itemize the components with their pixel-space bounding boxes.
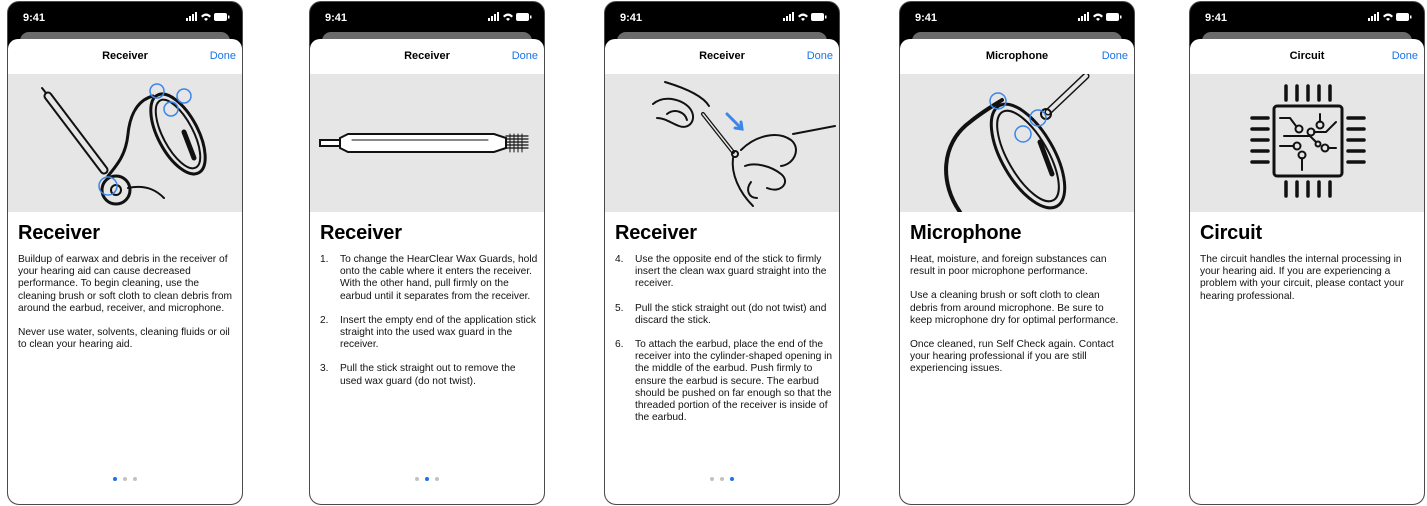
nav-bar: Microphone Done (900, 39, 1134, 74)
nav-title: Circuit (1289, 50, 1325, 62)
step-text: Pull the stick straight out (do not twis… (635, 302, 827, 326)
list-item: 6. To attach the earbud, place the end of… (615, 339, 833, 424)
page-heading: Receiver (615, 222, 697, 244)
page-dot[interactable] (710, 477, 714, 481)
page-heading: Receiver (320, 222, 402, 244)
status-icons (186, 12, 230, 21)
status-bar: 9:41 (900, 2, 1134, 32)
status-time: 9:41 (23, 12, 46, 24)
status-bar: 9:41 (605, 2, 839, 32)
nav-bar: Receiver Done (310, 39, 544, 74)
list-item: 3. Pull the stick straight out to remove … (320, 363, 538, 387)
screen-receiver-2: 9:41 Receiver Done Receiver 1. To change … (309, 1, 545, 505)
step-text: Insert the empty end of the application … (340, 314, 536, 351)
body-paragraph: Buildup of earwax and debris in the rece… (18, 254, 233, 314)
page-heading: Circuit (1200, 222, 1262, 244)
wax-guard-stick-icon (310, 74, 544, 212)
step-number: 1. (320, 254, 329, 265)
page-dot[interactable] (730, 477, 734, 481)
page-dot[interactable] (113, 477, 117, 481)
nav-title: Receiver (102, 50, 148, 62)
content: Receiver 4. Use the opposite end of the s… (615, 222, 833, 436)
step-text: Use the opposite end of the stick to fir… (635, 254, 827, 290)
content: Receiver 1. To change the HearClear Wax G… (320, 222, 538, 400)
screen-circuit: 9:41 Circuit Done Circuit The circuit ha… (1189, 1, 1425, 505)
hands-inserting-wax-guard-icon (605, 74, 839, 212)
nav-bar: Receiver Done (8, 39, 242, 74)
page-indicator[interactable] (310, 477, 544, 483)
hearing-aid-receiver-icon (8, 74, 242, 212)
status-time: 9:41 (620, 12, 643, 24)
body-paragraph: Use a cleaning brush or soft cloth to cl… (910, 290, 1119, 326)
body-paragraph: Once cleaned, run Self Check again. Cont… (910, 339, 1114, 375)
step-text: Pull the stick straight out to remove th… (340, 363, 516, 387)
modal-sheet: Receiver Done Receiver 1. To change the H… (310, 39, 544, 504)
page-dot[interactable] (435, 477, 439, 481)
screen-microphone: 9:41 Microphone Done Microphone Heat, mo… (899, 1, 1135, 505)
body-paragraph: Never use water, solvents, cleaning flui… (18, 327, 230, 351)
body-paragraph: The circuit handles the internal process… (1200, 254, 1404, 302)
status-icons (1368, 12, 1412, 21)
step-number: 5. (615, 302, 624, 314)
content: Microphone Heat, moisture, and foreign s… (910, 222, 1128, 388)
list-item: 4. Use the opposite end of the stick to f… (615, 254, 833, 291)
step-number: 2. (320, 314, 329, 326)
status-icons (488, 12, 532, 21)
steps-list: 4. Use the opposite end of the stick to f… (615, 254, 833, 424)
done-button[interactable]: Done (807, 50, 833, 62)
page-dot[interactable] (720, 477, 724, 481)
nav-title: Receiver (699, 50, 745, 62)
list-item: 1. To change the HearClear Wax Guards, ho… (320, 254, 538, 303)
page-heading: Receiver (18, 222, 100, 244)
done-button[interactable]: Done (512, 50, 538, 62)
body-paragraph: Heat, moisture, and foreign substances c… (910, 254, 1107, 278)
page-indicator[interactable] (605, 477, 839, 483)
status-bar: 9:41 (8, 2, 242, 32)
content: Circuit The circuit handles the internal… (1200, 222, 1418, 315)
nav-bar: Circuit Done (1190, 39, 1424, 74)
done-button[interactable]: Done (210, 50, 236, 62)
status-bar: 9:41 (1190, 2, 1424, 32)
nav-title: Microphone (985, 50, 1049, 62)
page-dot[interactable] (415, 477, 419, 481)
content: Receiver Buildup of earwax and debris in… (18, 222, 236, 363)
page-dot[interactable] (123, 477, 127, 481)
page-dot[interactable] (133, 477, 137, 481)
nav-bar: Receiver Done (605, 39, 839, 74)
page-indicator[interactable] (8, 477, 242, 483)
screen-receiver-3: 9:41 Receiver Done Receiver 4. Use the o… (604, 1, 840, 505)
steps-list: 1. To change the HearClear Wax Guards, ho… (320, 254, 538, 388)
page-heading: Microphone (910, 222, 1022, 244)
step-text: To attach the earbud, place the end of t… (635, 339, 833, 424)
circuit-chip-icon (1190, 74, 1424, 212)
done-button[interactable]: Done (1102, 50, 1128, 62)
step-text: To change the HearClear Wax Guards, hold… (340, 254, 538, 302)
status-icons (783, 12, 827, 21)
status-bar: 9:41 (310, 2, 544, 32)
screen-receiver-1: 9:41 Receiver Done Receiver Buildup of e… (7, 1, 243, 505)
modal-sheet: Receiver Done Receiver (605, 39, 839, 504)
hearing-aid-microphone-icon (900, 74, 1134, 212)
status-time: 9:41 (325, 12, 348, 24)
step-number: 4. (615, 254, 624, 265)
done-button[interactable]: Done (1392, 50, 1418, 62)
status-time: 9:41 (1205, 12, 1228, 24)
list-item: 2. Insert the empty end of the applicatio… (320, 315, 538, 352)
step-number: 3. (320, 363, 329, 375)
nav-title: Receiver (404, 50, 450, 62)
modal-sheet: Microphone Done Microphone Heat, moistur… (900, 39, 1134, 504)
modal-sheet: Circuit Done Circuit The circuit handles… (1190, 39, 1424, 504)
status-icons (1078, 12, 1122, 21)
page-dot[interactable] (425, 477, 429, 481)
list-item: 5. Pull the stick straight out (do not tw… (615, 303, 833, 327)
status-time: 9:41 (915, 12, 938, 24)
step-number: 6. (615, 339, 624, 351)
modal-sheet: Receiver Done Receiver (8, 39, 242, 504)
